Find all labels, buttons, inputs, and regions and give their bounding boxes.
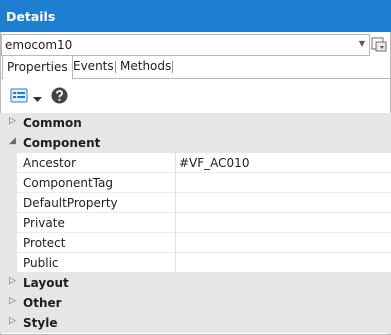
property-row[interactable]: Public — [0, 253, 391, 273]
tab-methods[interactable]: Methods — [116, 56, 175, 77]
property-row[interactable]: DefaultProperty — [0, 193, 391, 213]
category-label: Component — [23, 136, 101, 150]
category-label: Other — [23, 296, 62, 310]
row-gutter — [0, 253, 17, 273]
tab-strip: Properties Events Methods — [0, 55, 391, 80]
property-name: ComponentTag — [23, 176, 113, 190]
toolbar — [0, 79, 391, 114]
property-name: Private — [23, 216, 65, 230]
category-label: Style — [23, 316, 58, 330]
property-value[interactable]: #VF_AC010 — [179, 156, 249, 170]
property-value-cell[interactable] — [176, 233, 391, 253]
property-value-cell[interactable] — [176, 253, 391, 273]
category-label: Common — [23, 116, 82, 130]
collapse-arrow-icon[interactable]: ◢ — [9, 136, 16, 146]
expand-arrow-icon[interactable]: ▷ — [9, 316, 16, 326]
categorized-view-icon[interactable] — [10, 88, 28, 107]
tab-separator — [172, 61, 173, 73]
property-row[interactable]: Private — [0, 213, 391, 233]
chevron-down-icon[interactable]: ▼ — [359, 39, 365, 48]
row-gutter — [0, 153, 17, 173]
property-row[interactable]: Ancestor #VF_AC010 — [0, 153, 391, 173]
expand-arrow-icon[interactable]: ▷ — [9, 276, 16, 286]
category-layout[interactable]: ▷ Layout — [0, 273, 391, 293]
title-bar: Details — [0, 0, 391, 32]
tab-events[interactable]: Events — [69, 56, 118, 77]
category-other[interactable]: ▷ Other — [0, 293, 391, 313]
property-value-cell[interactable] — [176, 213, 391, 233]
category-style[interactable]: ▷ Style — [0, 313, 391, 333]
tab-properties[interactable]: Properties — [2, 55, 73, 80]
window-title: Details — [6, 9, 56, 24]
property-row[interactable]: Protect — [0, 233, 391, 253]
property-name: Protect — [23, 236, 66, 250]
row-gutter — [0, 193, 17, 213]
object-selector-dropdown[interactable]: emocom10 ▼ — [1, 34, 370, 56]
row-gutter — [0, 233, 17, 253]
category-label: Layout — [23, 276, 69, 290]
expand-arrow-icon[interactable]: ▷ — [9, 116, 16, 126]
expand-arrow-icon[interactable]: ▷ — [9, 296, 16, 306]
property-value-cell[interactable] — [176, 173, 391, 193]
object-selector-value: emocom10 — [5, 38, 73, 52]
property-value-cell[interactable] — [176, 193, 391, 213]
property-row[interactable]: ComponentTag — [0, 173, 391, 193]
property-name: Public — [23, 256, 59, 270]
property-name: DefaultProperty — [23, 196, 118, 210]
chevron-down-icon[interactable] — [33, 92, 42, 106]
help-icon[interactable] — [51, 87, 68, 107]
category-component[interactable]: ◢ Component — [0, 133, 391, 153]
row-gutter — [0, 173, 17, 193]
row-gutter — [0, 213, 17, 233]
category-common[interactable]: ▷ Common — [0, 113, 391, 133]
pin-icon[interactable] — [371, 35, 388, 53]
property-name: Ancestor — [23, 156, 77, 170]
